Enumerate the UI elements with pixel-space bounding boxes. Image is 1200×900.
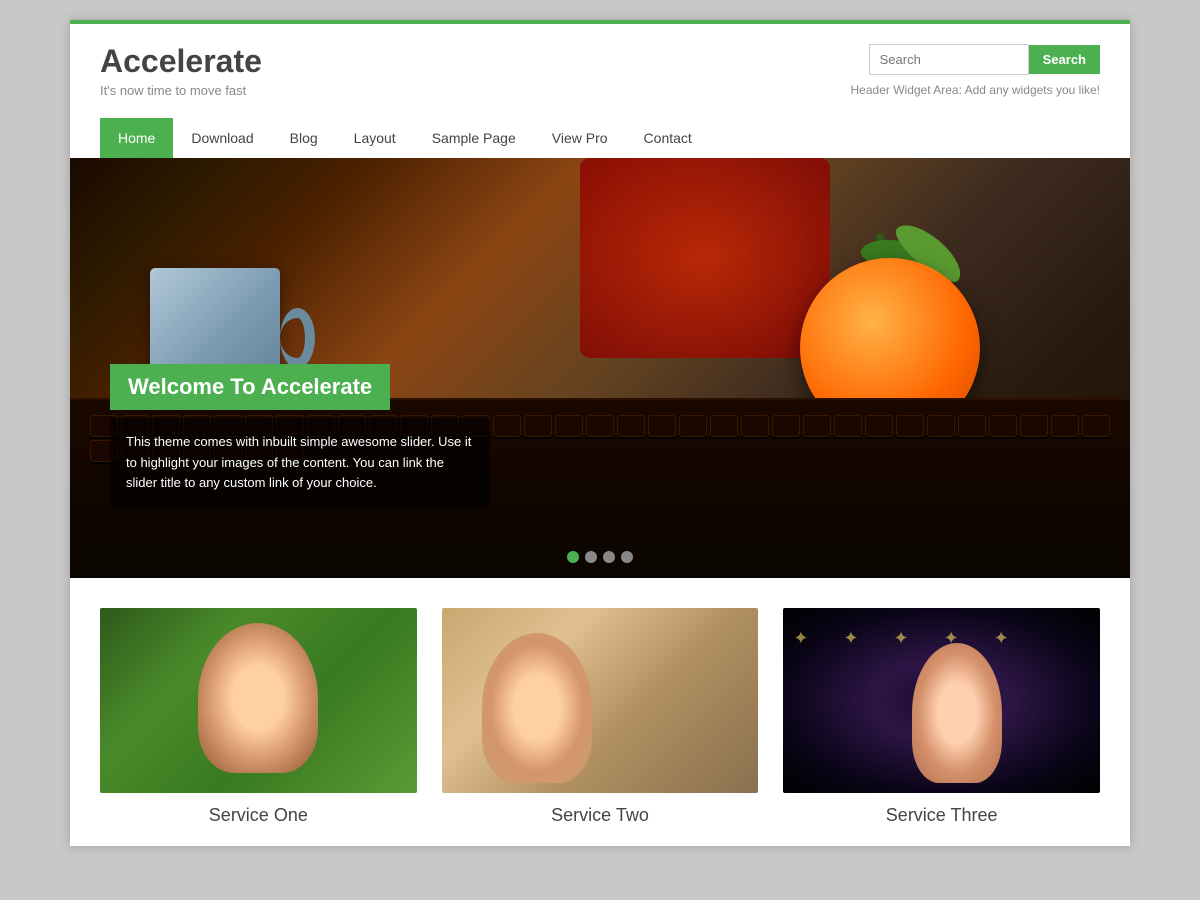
- service-image-2: [442, 608, 759, 793]
- site-nav: Home Download Blog Layout Sample Page Vi…: [70, 118, 1130, 158]
- key: [648, 415, 676, 437]
- key: [741, 415, 769, 437]
- service-card-1: Service One: [100, 608, 417, 826]
- slider-description: This theme comes with inbuilt simple awe…: [110, 418, 490, 508]
- nav-list: Home Download Blog Layout Sample Page Vi…: [100, 118, 1100, 158]
- nav-item-home[interactable]: Home: [100, 118, 173, 158]
- key: [1051, 415, 1079, 437]
- service-card-3: Service Three: [783, 608, 1100, 826]
- services-grid: Service One Service Two Service Three: [100, 608, 1100, 826]
- key: [772, 415, 800, 437]
- header-widget-text: Header Widget Area: Add any widgets you …: [851, 83, 1100, 97]
- key: [493, 415, 521, 437]
- nav-link-home[interactable]: Home: [100, 118, 173, 158]
- key: [1082, 415, 1110, 437]
- page-wrapper: Accelerate It's now time to move fast Se…: [70, 20, 1130, 846]
- slider-title: Welcome To Accelerate: [110, 364, 390, 410]
- mug-handle: [280, 308, 315, 368]
- site-branding: Accelerate It's now time to move fast: [100, 44, 262, 98]
- nav-item-view-pro[interactable]: View Pro: [534, 118, 626, 158]
- search-form: Search: [869, 44, 1100, 75]
- nav-item-contact[interactable]: Contact: [626, 118, 710, 158]
- key: [1020, 415, 1048, 437]
- key: [865, 415, 893, 437]
- nav-link-view-pro[interactable]: View Pro: [534, 118, 626, 158]
- nav-item-layout[interactable]: Layout: [336, 118, 414, 158]
- search-input[interactable]: [869, 44, 1029, 75]
- service-title-2: Service Two: [442, 805, 759, 826]
- slider-caption: Welcome To Accelerate This theme comes w…: [110, 364, 490, 508]
- key: [555, 415, 583, 437]
- hero-slider: Welcome To Accelerate This theme comes w…: [70, 158, 1130, 578]
- key: [834, 415, 862, 437]
- key: [989, 415, 1017, 437]
- slider-dots: [567, 551, 633, 563]
- nav-item-sample-page[interactable]: Sample Page: [414, 118, 534, 158]
- slider-dot-4[interactable]: [621, 551, 633, 563]
- services-section: Service One Service Two Service Three: [70, 578, 1130, 846]
- key: [803, 415, 831, 437]
- key: [586, 415, 614, 437]
- service-title-1: Service One: [100, 805, 417, 826]
- nav-link-sample-page[interactable]: Sample Page: [414, 118, 534, 158]
- slider-dot-3[interactable]: [603, 551, 615, 563]
- key: [679, 415, 707, 437]
- search-button[interactable]: Search: [1029, 45, 1100, 74]
- site-title: Accelerate: [100, 44, 262, 79]
- nav-link-contact[interactable]: Contact: [626, 118, 710, 158]
- nav-item-download[interactable]: Download: [173, 118, 271, 158]
- slider-dot-1[interactable]: [567, 551, 579, 563]
- nav-link-download[interactable]: Download: [173, 118, 271, 158]
- key: [524, 415, 552, 437]
- service-title-3: Service Three: [783, 805, 1100, 826]
- site-tagline: It's now time to move fast: [100, 83, 262, 98]
- key: [927, 415, 955, 437]
- site-header: Accelerate It's now time to move fast Se…: [70, 24, 1130, 118]
- key: [617, 415, 645, 437]
- key: [896, 415, 924, 437]
- nav-item-blog[interactable]: Blog: [272, 118, 336, 158]
- key: [710, 415, 738, 437]
- nav-link-layout[interactable]: Layout: [336, 118, 414, 158]
- service-image-3: [783, 608, 1100, 793]
- nav-link-blog[interactable]: Blog: [272, 118, 336, 158]
- key: [958, 415, 986, 437]
- service-image-1: [100, 608, 417, 793]
- service-card-2: Service Two: [442, 608, 759, 826]
- header-right: Search Header Widget Area: Add any widge…: [851, 44, 1100, 97]
- slider-dot-2[interactable]: [585, 551, 597, 563]
